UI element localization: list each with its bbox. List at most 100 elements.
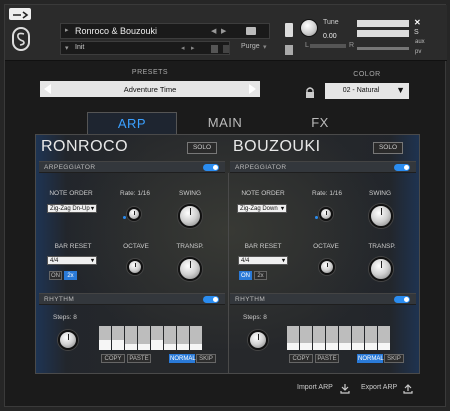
ronroco-transp-knob[interactable] <box>178 257 202 281</box>
color-value: 02 - Natural <box>342 87 380 94</box>
octave-label: OCTAVE <box>123 243 149 250</box>
bouzouki-note-order-dropdown[interactable]: Zig-Zag Down ▾ <box>237 204 287 213</box>
dropdown-arrow-icon: ▾ <box>90 258 94 264</box>
step-1[interactable] <box>99 326 111 350</box>
export-icon[interactable] <box>403 381 413 394</box>
bouzouki-rate-knob[interactable] <box>319 207 333 221</box>
step-8[interactable] <box>190 326 202 350</box>
ronroco-2x-button[interactable]: 2x <box>64 271 77 280</box>
bouzouki-skip-button[interactable]: SKIP <box>384 354 404 363</box>
swing-label: SWING <box>178 190 202 197</box>
step-6[interactable] <box>352 326 364 350</box>
bouzouki-swing-knob[interactable] <box>369 204 393 228</box>
ronroco-rate-knob[interactable] <box>127 207 141 221</box>
step-5[interactable] <box>151 326 163 350</box>
prev-multi-icon[interactable]: ◂ <box>181 44 185 52</box>
bouzouki-title: BOUZOUKI <box>233 138 321 155</box>
ronroco-solo-button[interactable]: SOLO <box>187 142 217 154</box>
delete-icon[interactable] <box>223 45 229 53</box>
ronroco-normal-button[interactable]: NORMAL <box>169 354 196 363</box>
arpeggiator-label: ARPEGGIATOR <box>235 164 287 171</box>
color-dropdown[interactable]: 02 - Natural ▼ <box>325 83 409 99</box>
step-7[interactable] <box>365 326 377 350</box>
import-arp-button[interactable]: Import ARP <box>297 384 333 391</box>
ronroco-step-sequencer[interactable] <box>99 326 202 350</box>
step-7[interactable] <box>177 326 189 350</box>
tune-knob[interactable] <box>300 19 318 37</box>
preset-selector[interactable]: Adventure Time <box>40 81 260 97</box>
bouzouki-steps-knob[interactable] <box>248 330 268 350</box>
tab-main[interactable]: MAIN <box>185 112 265 134</box>
bouzouki-paste-button[interactable]: PASTE <box>315 354 339 363</box>
aux-label: aux <box>415 39 425 45</box>
ronroco-on-button[interactable]: ON <box>49 271 62 280</box>
ronroco-bar-reset-dropdown[interactable]: 4/4 ▾ <box>47 256 97 265</box>
ronroco-paste-button[interactable]: PASTE <box>127 354 151 363</box>
multi-name-box: ▾ Init ◂ ▸ <box>60 41 230 55</box>
dropdown-arrow-icon[interactable]: ▾ <box>65 44 69 52</box>
save-icon[interactable] <box>211 45 218 53</box>
step-3[interactable] <box>313 326 325 350</box>
step-4[interactable] <box>138 326 150 350</box>
wrench-icon[interactable] <box>9 8 31 20</box>
step-5[interactable] <box>339 326 351 350</box>
step-3[interactable] <box>125 326 137 350</box>
bouzouki-arp-toggle[interactable] <box>394 164 410 171</box>
info-icon[interactable] <box>285 23 293 37</box>
bar-reset-label: BAR RESET <box>244 243 282 250</box>
rhythm-label: RHYTHM <box>235 296 266 303</box>
ronroco-skip-button[interactable]: SKIP <box>196 354 216 363</box>
bouzouki-octave-knob[interactable] <box>319 259 335 275</box>
tab-arp[interactable]: ARP <box>87 112 177 134</box>
bouzouki-rhythm-toggle[interactable] <box>394 296 410 303</box>
steps-label: Steps: 8 <box>243 314 267 321</box>
purge-dropdown-icon[interactable]: ▾ <box>263 43 267 51</box>
solo-button[interactable]: S <box>414 29 419 36</box>
bouzouki-copy-button[interactable]: COPY <box>289 354 313 363</box>
bouzouki-step-sequencer[interactable] <box>287 326 390 350</box>
note-order-label: NOTE ORDER <box>49 190 93 197</box>
bouzouki-bar-reset-dropdown[interactable]: 4/4 ▾ <box>238 256 288 265</box>
tab-fx[interactable]: FX <box>280 112 360 134</box>
ronroco-swing-knob[interactable] <box>178 204 202 228</box>
bouzouki-on-button[interactable]: ON <box>239 271 252 280</box>
swing-label: SWING <box>368 190 392 197</box>
step-2[interactable] <box>300 326 312 350</box>
color-label: COLOR <box>353 71 381 78</box>
ronroco-arpeggiator-header: ARPEGGIATOR <box>39 161 225 173</box>
ronroco-octave-knob[interactable] <box>127 259 143 275</box>
step-1[interactable] <box>287 326 299 350</box>
multi-name: Init <box>75 44 85 51</box>
ronroco-arp-toggle[interactable] <box>203 164 219 171</box>
lock-icon[interactable] <box>305 85 315 98</box>
volume-meter-right <box>357 30 409 37</box>
purge-button[interactable]: Purge <box>241 43 260 50</box>
next-arrow-icon[interactable]: ▶ <box>221 27 226 35</box>
ronroco-steps-knob[interactable] <box>58 330 78 350</box>
prev-arrow-icon[interactable]: ◀ <box>211 27 216 35</box>
close-icon[interactable]: ✕ <box>414 18 421 27</box>
ronroco-rhythm-toggle[interactable] <box>203 296 219 303</box>
next-multi-icon[interactable]: ▸ <box>191 44 195 52</box>
preset-next-icon[interactable] <box>249 84 256 94</box>
pv-label: pv <box>415 49 422 55</box>
bouzouki-transp-knob[interactable] <box>369 257 393 281</box>
bouzouki-solo-button[interactable]: SOLO <box>373 142 403 154</box>
ronroco-rhythm-header: RHYTHM <box>39 293 225 305</box>
rate-label: Rate: 1/16 <box>312 190 342 197</box>
step-6[interactable] <box>164 326 176 350</box>
ronroco-copy-button[interactable]: COPY <box>101 354 125 363</box>
ronroco-note-order-dropdown[interactable]: Zig-Zag Dn-Up ▾ <box>47 204 97 213</box>
preset-name: Adventure Time <box>123 85 177 94</box>
collapse-arrow-icon[interactable]: ▸ <box>65 26 69 34</box>
step-4[interactable] <box>326 326 338 350</box>
step-8[interactable] <box>378 326 390 350</box>
import-icon[interactable] <box>340 381 350 394</box>
pan-slider[interactable] <box>310 44 346 48</box>
volume-slider[interactable] <box>357 47 409 50</box>
bouzouki-2x-button[interactable]: 2x <box>254 271 267 280</box>
step-2[interactable] <box>112 326 124 350</box>
camera-icon[interactable] <box>246 27 256 35</box>
export-arp-button[interactable]: Export ARP <box>361 384 397 391</box>
bouzouki-normal-button[interactable]: NORMAL <box>357 354 384 363</box>
